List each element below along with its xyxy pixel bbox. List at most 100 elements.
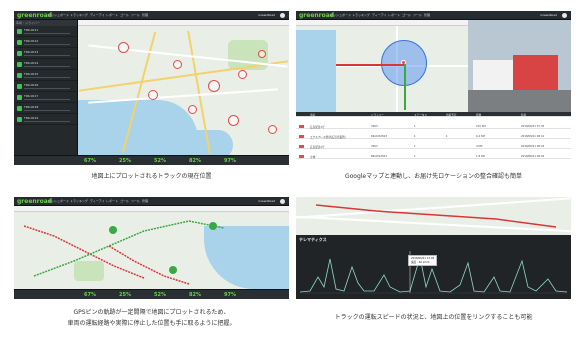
user-avatar-icon[interactable]: [280, 13, 285, 18]
vehicle-list-item[interactable]: TRK-0018: [14, 103, 77, 114]
status-dot-icon: [17, 51, 22, 56]
nav-item-tracking[interactable]: トラッキング: [70, 13, 88, 17]
table-row[interactable]: エクスプレス便(新広島営業所) RR-0032503 1 1 0.4 KM 20…: [296, 134, 571, 139]
screenshot-google-maps: greenroad ダッシュボード トラッキング ディーアイ レポート ゴール …: [296, 11, 571, 165]
track-line-green: [33, 220, 225, 277]
vehicle-list-item[interactable]: TRK-0017: [14, 92, 77, 103]
telematics-panel: テレマティクス 2018/06/21 13:05 速度 : 46 km/h: [296, 235, 571, 299]
route-map[interactable]: [296, 197, 571, 235]
nav-item-tracking[interactable]: トラッキング: [352, 13, 370, 17]
delivery-table: 車両 ドライバー ステータス 到着予定 距離 時刻 広島配送1号 7063 1 …: [296, 112, 571, 165]
nav-item-di[interactable]: ディーアイ: [372, 13, 387, 17]
stat-value: 82%: [189, 292, 201, 298]
map-road: [88, 88, 278, 104]
truck-marker[interactable]: [173, 60, 182, 69]
user-avatar-icon[interactable]: [562, 13, 567, 18]
truck-marker[interactable]: [238, 70, 247, 79]
vehicle-list-item[interactable]: TRK-0019: [14, 114, 77, 125]
map-toolbar: [296, 20, 468, 26]
nav-item-goals[interactable]: ゴール: [120, 13, 129, 17]
nav-item-tools[interactable]: ツール: [131, 199, 140, 203]
nav-item-reports[interactable]: レポート: [388, 13, 400, 17]
nav-item-tools[interactable]: ツール: [131, 13, 140, 17]
nav-item-admin[interactable]: 管理: [142, 199, 148, 203]
nav-item-tracking[interactable]: トラッキング: [70, 199, 88, 203]
stat-value: 25%: [119, 292, 131, 298]
status-dot-icon: [17, 84, 22, 89]
route-line: [315, 204, 557, 228]
status-dot-icon: [17, 95, 22, 100]
truck-marker[interactable]: [148, 90, 158, 100]
chart-title: テレマティクス: [299, 237, 327, 242]
map-road: [78, 60, 289, 92]
truck-marker[interactable]: [188, 105, 197, 114]
vehicle-list-item[interactable]: TRK-0014: [14, 59, 77, 70]
app-header: greenroad ダッシュボード トラッキング ディーアイ レポート ゴール …: [296, 11, 571, 20]
screenshot-tracking-map: greenroad ダッシュボード トラッキング ディーアイ レポート ゴール …: [14, 11, 289, 165]
status-dot-icon: [17, 40, 22, 45]
map-water: [296, 30, 336, 112]
gps-trail-lines: [23, 220, 225, 285]
track-line-red: [108, 245, 190, 285]
vehicle-list-item[interactable]: TRK-0015: [14, 70, 77, 81]
sv-store: [513, 55, 558, 90]
table-row[interactable]: 広島配送2号 7063 1 4 KM 2018/06/21 08:24: [296, 144, 571, 149]
vehicle-list-item[interactable]: TRK-0016: [14, 81, 77, 92]
app-logo: greenroad: [17, 198, 53, 205]
user-name[interactable]: GreenRoad: [258, 13, 275, 17]
user-name[interactable]: GreenRoad: [258, 199, 275, 203]
truck-marker[interactable]: [228, 115, 239, 126]
gps-trail-map[interactable]: [14, 206, 289, 289]
screenshot-speed-chart: テレマティクス 2018/06/21 13:05 速度 : 46 km/h: [296, 197, 571, 299]
nav-item-tools[interactable]: ツール: [413, 13, 422, 17]
status-dot-icon: [17, 117, 22, 122]
sv-building: [473, 60, 513, 90]
track-line: [404, 64, 406, 110]
screenshot-gps-trail: greenroad ダッシュボード トラッキング ディーアイ レポート ゴール …: [14, 197, 289, 299]
tooltip-speed: 速度 : 46 km/h: [411, 261, 430, 264]
gps-pin-icon[interactable]: [109, 226, 117, 234]
nav-item-admin[interactable]: 管理: [424, 13, 430, 17]
caption: Googleマップと連動し、お届け先ロケーションの整合確認も簡単: [344, 173, 523, 180]
user-avatar-icon[interactable]: [280, 199, 285, 204]
street-view[interactable]: [468, 20, 571, 112]
nav-item-goals[interactable]: ゴール: [402, 13, 411, 17]
nav-item-reports[interactable]: レポート: [106, 13, 118, 17]
gps-pin-icon[interactable]: [209, 222, 217, 230]
stat-value: 52%: [154, 158, 166, 164]
vehicle-list-item[interactable]: TRK-0011: [14, 26, 77, 37]
stat-value: 67%: [84, 292, 96, 298]
truck-marker[interactable]: [258, 50, 266, 58]
track-line: [336, 64, 406, 66]
status-dot-icon: [17, 29, 22, 34]
stat-value: 97%: [224, 158, 236, 164]
nav-item-dashboard[interactable]: ダッシュボード: [48, 199, 69, 203]
vehicle-list-item[interactable]: TRK-0013: [14, 48, 77, 59]
truck-marker[interactable]: [268, 125, 277, 134]
vehicle-sidebar: 車両・ドライバー TRK-0011 TRK-0012 TRK-0013 TRK-…: [14, 20, 78, 165]
stat-value: 25%: [119, 158, 131, 164]
nav-item-reports[interactable]: レポート: [106, 199, 118, 203]
nav-item-di[interactable]: ディーアイ: [90, 199, 105, 203]
tracking-map[interactable]: [78, 20, 289, 160]
table-row[interactable]: 広島配送1号 7063 1 270 KM 2018/06/21 07:35: [296, 124, 571, 129]
stat-value: 97%: [224, 292, 236, 298]
table-row[interactable]: 全体 BR-0012503 1 1.8 KM 2018/06/21 09:02: [296, 154, 571, 159]
user-name[interactable]: GreenRoad: [540, 13, 557, 17]
truck-marker[interactable]: [208, 80, 220, 92]
nav-item-dashboard[interactable]: ダッシュボード: [48, 13, 69, 17]
nav-item-di[interactable]: ディーアイ: [90, 13, 105, 17]
gps-pin-icon[interactable]: [169, 266, 177, 274]
sv-road: [468, 90, 571, 112]
status-bar: 67% 25% 52% 82% 97%: [14, 289, 289, 299]
nav-item-dashboard[interactable]: ダッシュボード: [330, 13, 351, 17]
truck-marker[interactable]: [118, 42, 129, 53]
nav-item-admin[interactable]: 管理: [142, 13, 148, 17]
nav-item-goals[interactable]: ゴール: [120, 199, 129, 203]
chart-tooltip: 2018/06/21 13:05 速度 : 46 km/h: [408, 255, 438, 266]
vehicle-list-item[interactable]: TRK-0012: [14, 37, 77, 48]
caption-line-2: 車両の運転経路や実際に停止した位置も手に取るように把握。: [67, 320, 236, 327]
google-map[interactable]: [296, 20, 468, 112]
app-logo: greenroad: [17, 12, 53, 19]
table-header: 車両 ドライバー ステータス 到着予定 距離 時刻: [296, 112, 571, 117]
